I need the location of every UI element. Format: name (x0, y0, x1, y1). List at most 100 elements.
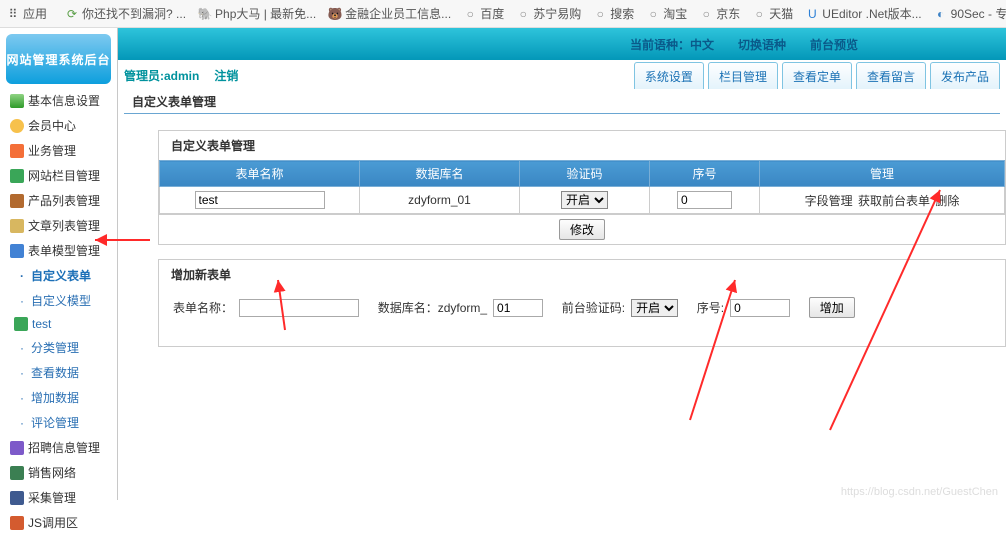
menu-icon (10, 441, 24, 455)
bookmark-item[interactable]: 🐘Php大马 | 最新免... (198, 5, 316, 22)
sidebar-item[interactable]: 文章列表管理 (0, 213, 117, 238)
menu-icon (10, 466, 24, 480)
op-field[interactable]: 字段管理 (805, 194, 853, 208)
modify-button[interactable]: 修改 (559, 219, 605, 240)
page-title: 自定义表单管理 (124, 90, 1000, 114)
bookmark-item[interactable]: ◐90Sec - 专注于网... (934, 5, 1006, 22)
sidebar-item[interactable]: 业务管理 (0, 138, 117, 163)
op-get[interactable]: 获取前台表单 (858, 194, 930, 208)
sidebar-item-label: 招聘信息管理 (28, 439, 100, 456)
form-panel: 自定义表单管理 表单名称 数据库名 验证码 序号 管理 zdyform_01 开… (158, 130, 1006, 245)
bookmark-item[interactable]: ○京东 (699, 5, 740, 22)
bookmark-label: 苏宁易购 (533, 5, 581, 22)
sidebar-subitem[interactable]: 增加数据 (0, 385, 117, 410)
sidebar-title: 网站管理系统后台 (6, 51, 110, 68)
op-del[interactable]: 删除 (935, 194, 959, 208)
bookmark-label: 搜索 (610, 5, 634, 22)
tab[interactable]: 查看留言 (856, 62, 926, 89)
bookmark-label: 金融企业员工信息... (345, 5, 451, 22)
row-name-input[interactable] (195, 191, 325, 209)
bookmark-label: UEditor .Net版本... (822, 5, 921, 22)
sidebar-item-label: 产品列表管理 (28, 192, 100, 209)
sidebar-item[interactable]: 采集管理 (0, 485, 117, 510)
sidebar-item-label: 会员中心 (28, 117, 76, 134)
sidebar-test[interactable]: test (0, 313, 117, 335)
table-row: zdyform_01 开启 字段管理 获取前台表单 删除 (160, 187, 1005, 214)
add-name-input[interactable] (239, 299, 359, 317)
row-code-select[interactable]: 开启 (561, 191, 608, 209)
watermark: https://blog.csdn.net/GuestChen (841, 486, 998, 498)
th-code: 验证码 (520, 161, 650, 187)
sidebar-subitem[interactable]: 自定义表单 (0, 263, 117, 288)
bookmark-item[interactable]: ○天猫 (752, 5, 793, 22)
sidebar-item-label: JS调用区 (28, 514, 78, 531)
menu-icon (10, 169, 24, 183)
add-db-label: 数据库名：zdyform_ (378, 299, 487, 316)
sidebar-item[interactable]: 表单模型管理 (0, 238, 117, 263)
th-ops: 管理 (760, 161, 1005, 187)
apps-button[interactable]: ⠿ 应用 (6, 5, 47, 22)
bookmark-icon: ○ (463, 7, 477, 21)
add-code-select[interactable]: 开启 (631, 299, 678, 317)
bookmark-label: 淘宝 (663, 5, 687, 22)
sidebar-item-label: 销售网络 (28, 464, 76, 481)
bookmark-item[interactable]: ○搜索 (593, 5, 634, 22)
sidebar-item[interactable]: 招聘信息管理 (0, 435, 117, 460)
preview-link[interactable]: 前台预览 (810, 36, 858, 53)
bookmark-item[interactable]: ⟳你还找不到漏洞? ... (65, 5, 186, 22)
bookmark-label: 你还找不到漏洞? ... (82, 5, 186, 22)
main-area: . 当前语种：中文 切换语种 前台预览 管理员:admin 注销 系统设置栏目管… (118, 28, 1006, 500)
bookmark-item[interactable]: ○淘宝 (646, 5, 687, 22)
lang-switch[interactable]: 切换语种 (738, 36, 786, 53)
tab[interactable]: 查看定单 (782, 62, 852, 89)
sidebar-item-label: 业务管理 (28, 142, 76, 159)
th-seq: 序号 (650, 161, 760, 187)
logout-link[interactable]: 注销 (214, 69, 238, 83)
sidebar-menu: 基本信息设置会员中心业务管理网站栏目管理产品列表管理文章列表管理表单模型管理自定… (0, 88, 117, 535)
sidebar-item-label: 文章列表管理 (28, 217, 100, 234)
apps-icon: ⠿ (6, 7, 20, 21)
row-seq-input[interactable] (677, 191, 732, 209)
add-button[interactable]: 增加 (809, 297, 855, 318)
bookmarks-bar: ⠿ 应用 ⟳你还找不到漏洞? ... 🐘Php大马 | 最新免... 🐻金融企业… (0, 0, 1006, 28)
th-db: 数据库名 (360, 161, 520, 187)
sidebar-header: 网站管理系统后台 (6, 34, 111, 84)
sidebar-subitem[interactable]: 分类管理 (0, 335, 117, 360)
tab[interactable]: 发布产品 (930, 62, 1000, 89)
topbar: . 当前语种：中文 切换语种 前台预览 (118, 28, 1006, 60)
add-db-input[interactable] (493, 299, 543, 317)
menu-icon (10, 516, 24, 530)
sidebar-item-label: 基本信息设置 (28, 92, 100, 109)
lang-current: 当前语种：中文 (630, 36, 714, 53)
bookmark-icon: 🐘 (198, 7, 212, 21)
sidebar-item[interactable]: 基本信息设置 (0, 88, 117, 113)
menu-icon (10, 194, 24, 208)
tab[interactable]: 系统设置 (634, 62, 704, 89)
menu-icon (10, 491, 24, 505)
add-seq-label: 序号: (697, 299, 724, 316)
sidebar-item[interactable]: 网站栏目管理 (0, 163, 117, 188)
bookmark-item[interactable]: 🐻金融企业员工信息... (328, 5, 451, 22)
sidebar-subitem[interactable]: 查看数据 (0, 360, 117, 385)
add-seq-input[interactable] (730, 299, 790, 317)
menu-icon (10, 219, 24, 233)
bookmark-item[interactable]: ○百度 (463, 5, 504, 22)
bookmark-icon: ◐ (934, 7, 948, 21)
bookmark-icon: ○ (516, 7, 530, 21)
bookmark-item[interactable]: ○苏宁易购 (516, 5, 581, 22)
sidebar-item[interactable]: 产品列表管理 (0, 188, 117, 213)
menu-icon (10, 144, 24, 158)
add-panel: 增加新表单 表单名称： 数据库名：zdyform_ 前台验证码: 开启 序号: … (158, 259, 1006, 347)
sidebar-item[interactable]: JS调用区 (0, 510, 117, 535)
menu-icon (14, 317, 28, 331)
menu-icon (10, 94, 24, 108)
bookmark-icon: ○ (752, 7, 766, 21)
tab[interactable]: 栏目管理 (708, 62, 778, 89)
sidebar-subitem[interactable]: 自定义模型 (0, 288, 117, 313)
sidebar-subitem[interactable]: 评论管理 (0, 410, 117, 435)
bookmark-item[interactable]: UUEditor .Net版本... (805, 5, 921, 22)
sidebar-item[interactable]: 会员中心 (0, 113, 117, 138)
sidebar-item[interactable]: 销售网络 (0, 460, 117, 485)
bookmark-label: 90Sec - 专注于网... (951, 5, 1006, 22)
sidebar-item-label: 采集管理 (28, 489, 76, 506)
